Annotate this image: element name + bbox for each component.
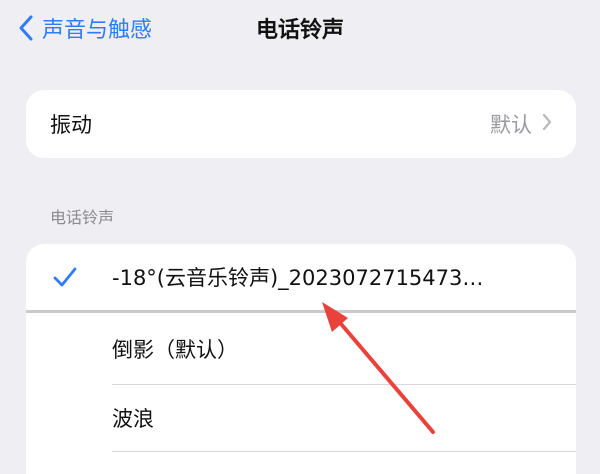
ringtone-item-selected[interactable]: -18°(云音乐铃声)_2023072715473…: [26, 244, 576, 310]
ringtone-item[interactable]: 倒影（默认）: [26, 316, 576, 382]
ringtone-section-header: 电话铃声: [50, 208, 115, 227]
chevron-right-icon: [542, 112, 552, 136]
vibration-row[interactable]: 振动 默认: [26, 90, 576, 158]
divider: [112, 451, 576, 452]
page-title: 电话铃声: [255, 18, 344, 43]
navigation-bar: 声音与触感 电话铃声: [0, 0, 600, 56]
checkmark-icon: [48, 244, 82, 310]
ringtone-item-label: -18°(云音乐铃声)_2023072715473…: [112, 266, 484, 290]
ringtone-item[interactable]: 波浪: [26, 385, 576, 451]
ringtone-item-label: 波浪: [112, 407, 154, 431]
ringtone-list: -18°(云音乐铃声)_2023072715473… 倒影（默认） 波浪: [26, 244, 576, 474]
vibration-value-group: 默认: [490, 90, 552, 158]
divider: [26, 310, 576, 313]
vibration-value: 默认: [490, 113, 532, 137]
ringtone-item-label: 倒影（默认）: [112, 338, 238, 362]
vibration-label: 振动: [50, 113, 92, 137]
